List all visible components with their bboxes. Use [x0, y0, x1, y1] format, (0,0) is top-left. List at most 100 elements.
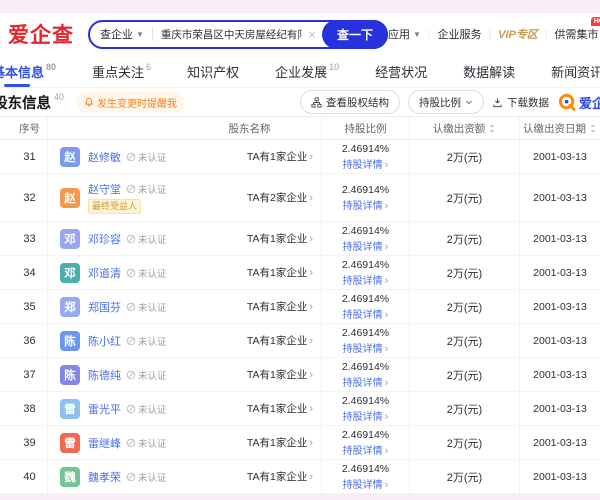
- row-number: 31: [0, 140, 48, 173]
- holding-detail-link[interactable]: 持股详情›: [343, 238, 389, 253]
- holding-detail-link[interactable]: 持股详情›: [343, 442, 389, 457]
- shareholder-name-link[interactable]: 赵修敏: [88, 149, 121, 165]
- chevron-right-icon: ›: [309, 471, 313, 483]
- related-companies-link[interactable]: TA有1家企业›: [247, 231, 313, 246]
- column-header-4[interactable]: 认缴出资额: [410, 117, 520, 139]
- table-row: 33邓邓珍容未认证TA有1家企业›2.46914%持股详情›2万(元)2001-…: [0, 222, 600, 256]
- related-companies-link[interactable]: TA有1家企业›: [247, 299, 313, 314]
- tab-5[interactable]: 经营状况: [375, 55, 427, 87]
- related-companies-link[interactable]: TA有1家企业›: [247, 149, 313, 164]
- related-companies-link[interactable]: TA有1家企业›: [247, 435, 313, 450]
- related-companies-link[interactable]: TA有1家企业›: [247, 265, 313, 280]
- holding-detail-link[interactable]: 持股详情›: [343, 340, 389, 355]
- chevron-right-icon: ›: [309, 335, 313, 347]
- holding-detail-link[interactable]: 持股详情›: [343, 408, 389, 423]
- shareholder-name-line: 郑国芬 未认证: [88, 299, 167, 315]
- verify-label: 未认证: [138, 334, 167, 348]
- ratio-value: 2.46914%: [342, 429, 389, 441]
- shareholder-name-link[interactable]: 雷光平: [88, 401, 121, 417]
- tab-3[interactable]: 知识产权: [187, 55, 239, 87]
- tab-1[interactable]: 基本信息80: [0, 55, 56, 87]
- verify-label: 未认证: [138, 402, 167, 416]
- verify-label: 未认证: [138, 470, 167, 484]
- holding-detail-link[interactable]: 持股详情›: [343, 476, 389, 491]
- subscribed-date: 2001-03-13: [520, 426, 600, 459]
- top-navigation: 应用▼|企业服务|VIP专区|供需集市HOT|APP: [388, 26, 600, 42]
- chevron-right-icon: ›: [309, 437, 313, 449]
- row-number: 37: [0, 358, 48, 391]
- related-companies-link[interactable]: TA有1家企业›: [247, 401, 313, 416]
- aiqicha-float-logo[interactable]: 爱企查: [557, 92, 600, 112]
- top-nav-item-label: VIP专区: [498, 26, 538, 42]
- tab-6[interactable]: 数据解读: [463, 55, 515, 87]
- related-companies-link[interactable]: TA有1家企业›: [247, 333, 313, 348]
- shareholder-name-link[interactable]: 赵守堂: [88, 181, 121, 197]
- chevron-right-icon: ›: [309, 151, 313, 163]
- top-nav-item-3[interactable]: VIP专区: [498, 26, 538, 42]
- aiqicha-logo[interactable]: 爱企查: [8, 19, 74, 49]
- action-button-3[interactable]: 下载数据: [492, 90, 549, 114]
- unverified-icon: [126, 152, 136, 162]
- search-input[interactable]: 重庆市荣昌区中天房屋经纪有限公司: [161, 27, 302, 42]
- holding-detail-link[interactable]: 持股详情›: [343, 156, 389, 171]
- holding-detail-link[interactable]: 持股详情›: [343, 272, 389, 287]
- top-nav-item-2[interactable]: 企业服务: [438, 26, 482, 42]
- search-category-dropdown[interactable]: 查企业 ▼: [100, 26, 144, 42]
- tab-2[interactable]: 重点关注6: [92, 55, 151, 87]
- unverified-icon: [126, 438, 136, 448]
- ratio-value: 2.46914%: [342, 259, 389, 271]
- ratio-cell: 2.46914%持股详情›: [322, 460, 410, 493]
- holding-detail-link[interactable]: 持股详情›: [343, 306, 389, 321]
- related-companies-link[interactable]: TA有1家企业›: [247, 367, 313, 382]
- tab-label: 新闻资讯: [551, 62, 600, 81]
- holding-detail-link[interactable]: 持股详情›: [343, 374, 389, 389]
- change-reminder-label: 发生变更时提醒我: [97, 95, 177, 110]
- table-row: 31赵赵修敏未认证TA有1家企业›2.46914%持股详情›2万(元)2001-…: [0, 140, 600, 174]
- top-nav-item-4[interactable]: 供需集市HOT: [554, 26, 598, 42]
- shareholder-name-link[interactable]: 陈德纯: [88, 367, 121, 383]
- shareholder-name-link[interactable]: 魏孝荣: [88, 469, 121, 485]
- shareholder-name-line: 雷光平 未认证: [88, 401, 167, 417]
- verify-status: 未认证: [126, 402, 167, 416]
- ratio-value: 2.46914%: [342, 225, 389, 237]
- shareholder-name-link[interactable]: 陈小红: [88, 333, 121, 349]
- verify-label: 未认证: [138, 150, 167, 164]
- shareholder-avatar: 邓: [60, 263, 80, 283]
- table-row: 35郑郑国芬未认证TA有1家企业›2.46914%持股详情›2万(元)2001-…: [0, 290, 600, 324]
- related-companies-link[interactable]: TA有2家企业›: [247, 190, 313, 205]
- chevron-right-icon: ›: [385, 445, 389, 457]
- chevron-right-icon: ›: [385, 309, 389, 321]
- ratio-cell: 2.46914%持股详情›: [322, 174, 410, 221]
- tab-label: 知识产权: [187, 62, 239, 81]
- verify-label: 未认证: [138, 300, 167, 314]
- column-header-label: 序号: [19, 121, 40, 136]
- action-button-1[interactable]: 查看股权结构: [300, 90, 400, 114]
- top-nav-item-1[interactable]: 应用▼: [388, 26, 421, 42]
- nav-separator: |: [545, 29, 548, 40]
- verify-status: 未认证: [126, 300, 167, 314]
- holding-detail-link[interactable]: 持股详情›: [343, 197, 389, 212]
- related-companies-link[interactable]: TA有1家企业›: [247, 469, 313, 484]
- action-button-2[interactable]: 持股比例: [408, 90, 484, 114]
- shareholder-name-link[interactable]: 邓珍容: [88, 231, 121, 247]
- tab-7[interactable]: 新闻资讯: [551, 55, 600, 87]
- change-reminder-button[interactable]: 发生变更时提醒我: [76, 92, 185, 113]
- shareholder-name-link[interactable]: 郑国芬: [88, 299, 121, 315]
- subscribed-date: 2001-03-13: [520, 140, 600, 173]
- row-number: 34: [0, 256, 48, 289]
- clear-search-icon[interactable]: ×: [308, 27, 316, 42]
- shareholder-name-link[interactable]: 雷继峰: [88, 435, 121, 451]
- shareholder-avatar: 郑: [60, 297, 80, 317]
- chevron-right-icon: ›: [385, 479, 389, 491]
- verify-status: 未认证: [126, 266, 167, 280]
- shareholder-name-line: 邓道清未认证: [88, 265, 167, 281]
- row-number: 32: [0, 174, 48, 221]
- shareholder-name-line: 赵守堂未认证: [88, 181, 167, 197]
- column-header-5[interactable]: 认缴出资日期: [520, 117, 600, 139]
- ratio-value: 2.46914%: [342, 327, 389, 339]
- shareholder-name-block: 陈德纯未认证: [88, 367, 167, 383]
- ratio-cell: 2.46914%持股详情›: [322, 426, 410, 459]
- tab-4[interactable]: 企业发展10: [275, 55, 339, 87]
- search-submit-button[interactable]: 查一下: [322, 20, 388, 49]
- shareholder-name-link[interactable]: 邓道清: [88, 265, 121, 281]
